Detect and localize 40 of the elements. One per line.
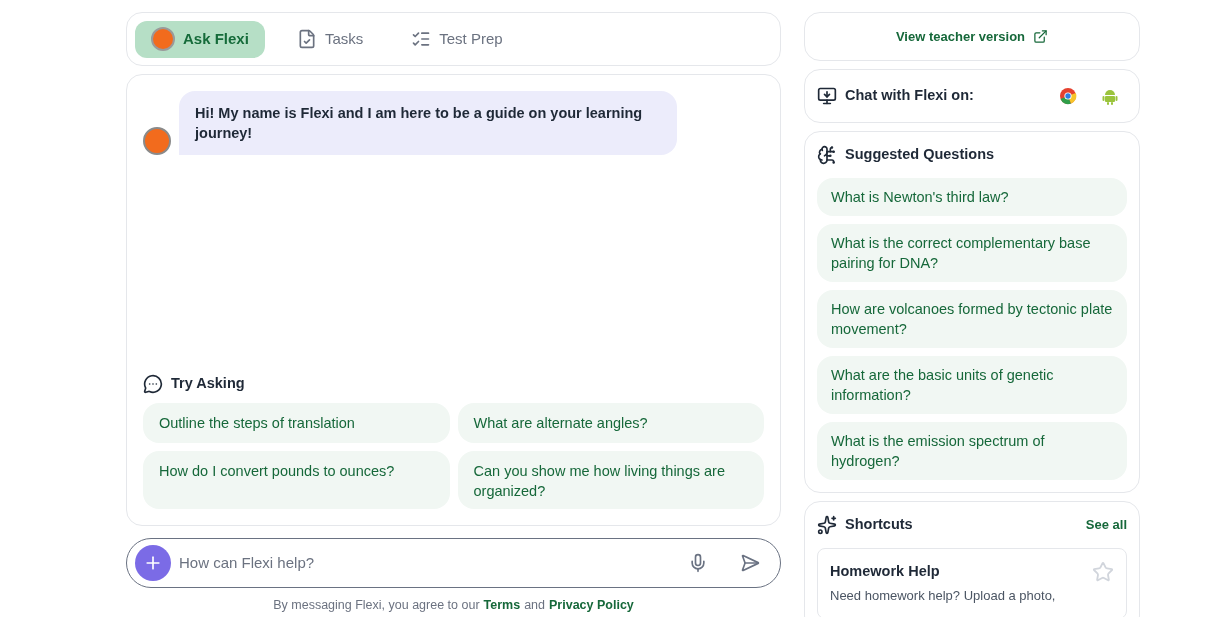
teacher-version-link[interactable]: View teacher version: [804, 12, 1140, 61]
checklist-icon: [411, 29, 432, 49]
chat-message: Hi! My name is Flexi and I am here to be a guide on your learning journey!: [179, 91, 677, 155]
privacy-link[interactable]: Privacy Policy: [549, 596, 634, 615]
browser-logo-icon[interactable]: [1059, 87, 1077, 105]
section-title: Try Asking: [171, 374, 245, 394]
agreement-text: and: [524, 597, 545, 614]
suggestion-chip[interactable]: Can you show me how living things are organized?: [457, 451, 764, 509]
card-title: Shortcuts: [845, 514, 914, 534]
agreement-text: By messaging Flexi, you agree to our: [273, 597, 480, 614]
brain-icon: [817, 144, 837, 165]
message-input[interactable]: How can Flexi help?: [126, 538, 781, 588]
mascot-avatar: [151, 27, 175, 51]
tab[interactable]: Ask Flexi: [135, 20, 265, 58]
star-icon[interactable]: [1092, 560, 1114, 583]
suggested-question[interactable]: What is Newton's third law?: [817, 177, 1127, 216]
tab[interactable]: Tasks: [280, 20, 380, 58]
mascot-avatar: [143, 127, 171, 155]
see-all-link[interactable]: See all: [1085, 514, 1127, 535]
card-title: Chat with Flexi on:: [845, 86, 975, 106]
card-title: Suggested Questions: [845, 145, 995, 164]
tab[interactable]: Test Prep: [395, 20, 519, 58]
shortcut-title: Homework Help: [830, 561, 941, 581]
monitor-download-icon: [817, 86, 837, 106]
suggested-question[interactable]: What is the emission spectrum of hydrogen?: [817, 421, 1127, 480]
microphone-icon[interactable]: [688, 553, 708, 573]
external-link-icon: [1033, 29, 1049, 44]
shortcut-description: Need homework help? Upload a photo,: [830, 587, 1057, 606]
suggestion-chip[interactable]: How do I convert pounds to ounces?: [143, 451, 450, 509]
suggested-question[interactable]: How are volcanoes formed by tectonic plate movement?: [817, 289, 1127, 348]
suggestion-chip[interactable]: What are alternate angles?: [457, 403, 764, 443]
suggestion-chip[interactable]: Outline the steps of translation: [143, 403, 450, 443]
suggested-question[interactable]: What is the correct complementary base pairing for DNA?: [817, 223, 1127, 282]
sparkles-icon: [817, 514, 837, 535]
suggested-question[interactable]: What are the basic units of genetic information?: [817, 355, 1127, 414]
terms-link[interactable]: Terms: [483, 596, 521, 615]
chat-bubble-icon: [143, 374, 163, 395]
message-field[interactable]: How can Flexi help?: [179, 551, 680, 575]
send-icon[interactable]: [740, 553, 760, 573]
add-button[interactable]: [135, 545, 171, 581]
